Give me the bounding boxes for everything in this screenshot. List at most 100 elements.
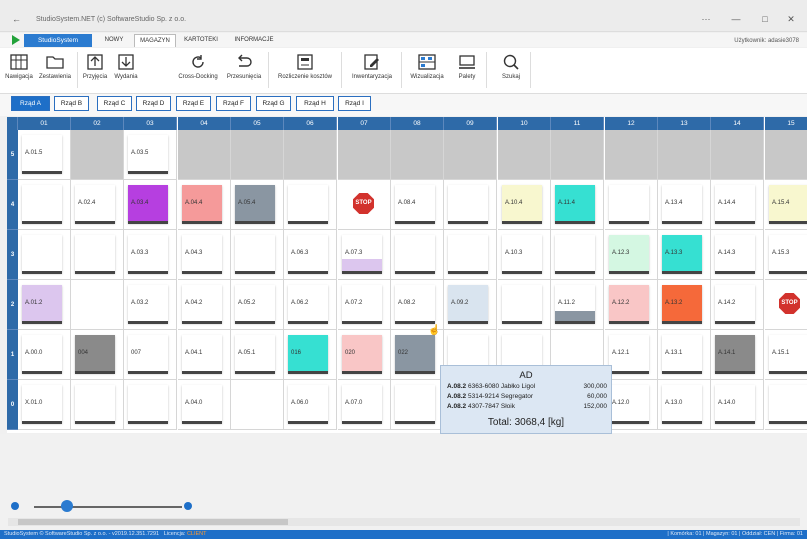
rack-cell[interactable] — [18, 180, 71, 230]
zoom-slider-track[interactable] — [34, 506, 182, 508]
rack-cell[interactable]: A.12.2 — [605, 280, 658, 330]
rack-cell[interactable] — [284, 130, 337, 180]
zoom-slider-thumb[interactable] — [60, 500, 73, 512]
rack-cell[interactable]: A.07.0 — [338, 380, 391, 430]
row-tab-c[interactable]: Rząd C — [97, 96, 132, 111]
rack-cell[interactable] — [71, 280, 124, 330]
tab-kartoteki[interactable]: KARTOTEKI — [180, 34, 222, 47]
rack-cell[interactable]: A.14.2 — [711, 280, 764, 330]
pallet-slot[interactable] — [75, 385, 115, 424]
inwentaryzacja-button[interactable]: Inwentaryzacja — [346, 50, 398, 90]
pallet-slot[interactable]: A.15.3 — [769, 235, 807, 274]
pallet-slot[interactable]: A.13.3 — [662, 235, 702, 274]
cross-docking-button[interactable]: Cross-Docking — [175, 50, 221, 90]
row-tab-i[interactable]: Rząd I — [338, 96, 371, 111]
rack-cell[interactable]: 022 — [391, 330, 444, 380]
row-tab-d[interactable]: Rząd D — [136, 96, 171, 111]
pallet-slot[interactable]: A.03.3 — [128, 235, 168, 274]
rack-cell[interactable]: 004 — [71, 330, 124, 380]
pallet-slot[interactable]: 004 — [75, 335, 115, 374]
przyjecia-button[interactable]: Przyjęcia — [80, 50, 110, 90]
rack-cell[interactable]: A.13.4 — [658, 180, 711, 230]
pallet-slot[interactable]: A.06.2 — [288, 285, 328, 324]
rack-cell[interactable] — [71, 130, 124, 180]
rack-cell[interactable] — [711, 130, 764, 180]
rack-cell[interactable] — [444, 230, 497, 280]
rack-cell[interactable]: A.10.3 — [498, 230, 551, 280]
pallet-slot[interactable]: A.07.3 — [342, 235, 382, 274]
pallet-slot[interactable] — [22, 185, 62, 224]
rack-cell[interactable]: STOP — [338, 180, 391, 230]
zoom-in-button[interactable] — [184, 502, 192, 510]
rack-cell[interactable] — [765, 380, 807, 430]
rack-cell[interactable] — [498, 130, 551, 180]
rack-cell[interactable]: A.13.0 — [658, 380, 711, 430]
pallet-slot[interactable]: A.06.0 — [288, 385, 328, 424]
row-tab-g[interactable]: Rząd G — [256, 96, 291, 111]
rack-cell[interactable]: A.12.0 — [605, 380, 658, 430]
rack-cell[interactable] — [18, 230, 71, 280]
rack-cell[interactable] — [444, 180, 497, 230]
rack-cell[interactable] — [551, 130, 604, 180]
rack-cell[interactable]: A.03.5 — [124, 130, 177, 180]
rack-cell[interactable]: A.15.1 — [765, 330, 807, 380]
tab-nowy[interactable]: NOWY — [98, 34, 130, 47]
pallet-slot[interactable]: A.12.3 — [609, 235, 649, 274]
pallet-slot[interactable]: A.03.2 — [128, 285, 168, 324]
rack-cell[interactable]: A.04.0 — [178, 380, 231, 430]
rack-cell[interactable]: 007 — [124, 330, 177, 380]
tab-magazyn[interactable]: MAGAZYN — [134, 34, 176, 47]
pallet-slot[interactable] — [235, 235, 275, 274]
rack-cell[interactable] — [765, 130, 807, 180]
pallet-slot[interactable] — [609, 185, 649, 224]
pallet-slot[interactable]: A.14.1 — [715, 335, 755, 374]
pallet-slot[interactable] — [395, 235, 435, 274]
rack-cell[interactable]: STOP — [765, 280, 807, 330]
rack-cell[interactable]: A.05.4 — [231, 180, 284, 230]
rack-cell[interactable]: A.13.3 — [658, 230, 711, 280]
pallet-slot[interactable]: A.12.2 — [609, 285, 649, 324]
wydania-button[interactable]: Wydania — [111, 50, 141, 90]
pallet-slot[interactable] — [502, 285, 542, 324]
rack-cell[interactable]: A.07.3 — [338, 230, 391, 280]
minimize-button[interactable]: — — [727, 14, 745, 24]
pallet-slot[interactable]: A.04.3 — [182, 235, 222, 274]
pallet-slot[interactable]: A.02.4 — [75, 185, 115, 224]
row-tab-f[interactable]: Rząd F — [216, 96, 251, 111]
pallet-slot[interactable]: A.01.5 — [22, 135, 62, 174]
pallet-slot[interactable]: 007 — [128, 335, 168, 374]
rack-cell[interactable]: A.14.1 — [711, 330, 764, 380]
pallet-slot[interactable]: A.14.2 — [715, 285, 755, 324]
pallet-slot[interactable] — [448, 185, 488, 224]
rack-cell[interactable]: A.05.2 — [231, 280, 284, 330]
rack-cell[interactable]: A.04.3 — [178, 230, 231, 280]
play-icon[interactable] — [12, 35, 20, 45]
rack-cell[interactable]: A.04.1 — [178, 330, 231, 380]
pallet-slot[interactable]: A.13.0 — [662, 385, 702, 424]
rack-cell[interactable]: A.12.1 — [605, 330, 658, 380]
row-tab-e[interactable]: Rząd E — [176, 96, 211, 111]
pallet-slot[interactable]: 022 — [395, 335, 435, 374]
pallet-slot[interactable]: 016 — [288, 335, 328, 374]
palety-button[interactable]: Palety — [452, 50, 482, 90]
pallet-slot[interactable] — [75, 235, 115, 274]
rack-cell[interactable]: A.01.2 — [18, 280, 71, 330]
rack-cell[interactable]: A.03.3 — [124, 230, 177, 280]
rack-cell[interactable] — [338, 130, 391, 180]
scrollbar-thumb[interactable] — [18, 519, 288, 525]
pallet-slot[interactable]: A.05.4 — [235, 185, 275, 224]
rack-cell[interactable] — [391, 230, 444, 280]
rozliczenie-kosztow-button[interactable]: Rozliczenie kosztów — [272, 50, 338, 90]
rack-cell[interactable]: A.03.4 — [124, 180, 177, 230]
zestawienia-button[interactable]: Zestawienia — [36, 50, 74, 90]
pallet-slot[interactable]: A.06.3 — [288, 235, 328, 274]
pallet-slot[interactable]: A.04.4 — [182, 185, 222, 224]
back-arrow-icon[interactable]: ← — [12, 14, 21, 24]
rack-cell[interactable]: A.13.2 — [658, 280, 711, 330]
pallet-slot[interactable]: A.11.4 — [555, 185, 595, 224]
pallet-slot[interactable]: A.11.2 — [555, 285, 595, 324]
pallet-slot[interactable]: A.07.2 — [342, 285, 382, 324]
pallet-slot[interactable]: A.04.0 — [182, 385, 222, 424]
pallet-slot[interactable]: A.08.4 — [395, 185, 435, 224]
rack-cell[interactable]: A.12.3 — [605, 230, 658, 280]
